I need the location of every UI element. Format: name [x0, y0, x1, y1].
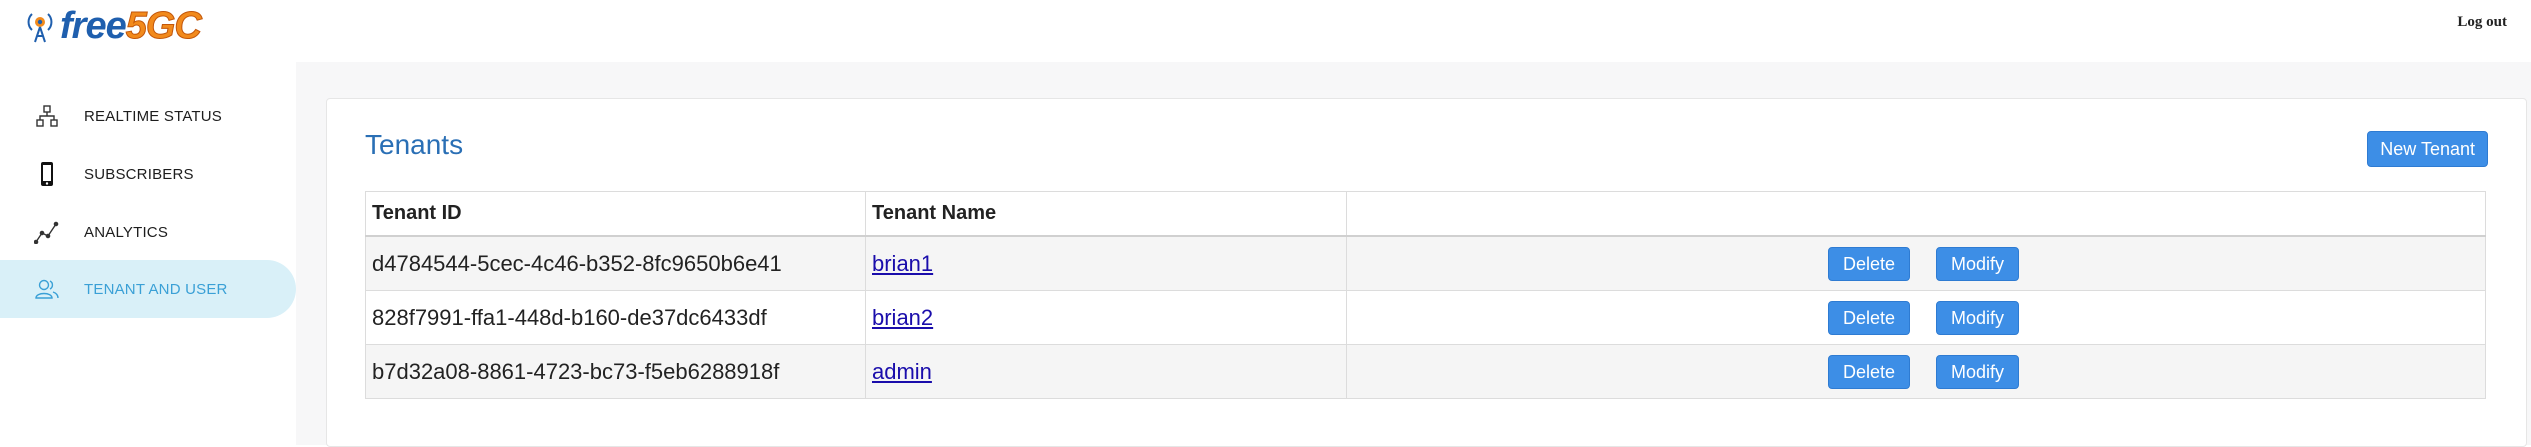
sidebar-item-analytics[interactable]: ANALYTICS	[0, 203, 296, 261]
logout-link[interactable]: Log out	[2457, 14, 2507, 31]
table-row: d4784544-5cec-4c46-b352-8fc9650b6e41 bri…	[365, 235, 2486, 291]
tenant-name-cell: admin	[865, 344, 1347, 399]
delete-button[interactable]: Delete	[1828, 301, 1911, 335]
tenants-table: Tenant ID Tenant Name d4784544-5cec-4c46…	[365, 191, 2486, 399]
tenant-id-cell: d4784544-5cec-4c46-b352-8fc9650b6e41	[365, 235, 866, 291]
tenant-name-link[interactable]: brian2	[872, 305, 933, 330]
table-row: b7d32a08-8861-4723-bc73-f5eb6288918f adm…	[365, 344, 2486, 399]
modify-button[interactable]: Modify	[1936, 301, 2020, 335]
logo-antenna-icon	[27, 13, 53, 43]
actions-cell: Delete Modify	[1346, 290, 2486, 345]
actions-cell: Delete Modify	[1346, 235, 2486, 291]
table-header-row: Tenant ID Tenant Name	[365, 191, 2486, 237]
delete-button[interactable]: Delete	[1828, 355, 1911, 389]
users-icon	[34, 276, 60, 302]
tenant-name-link[interactable]: admin	[872, 359, 932, 384]
actions-cell: Delete Modify	[1346, 344, 2486, 399]
tenant-name-link[interactable]: brian1	[872, 251, 933, 276]
tenant-name-cell: brian1	[865, 235, 1347, 291]
table-row: 828f7991-ffa1-448d-b160-de37dc6433df bri…	[365, 290, 2486, 345]
chart-line-icon	[34, 219, 60, 245]
tenants-card: Tenants New Tenant Tenant ID Tenant Name…	[326, 98, 2527, 447]
sidebar-item-label: SUBSCRIBERS	[84, 165, 194, 183]
sidebar-item-label: ANALYTICS	[84, 223, 169, 241]
new-tenant-button[interactable]: New Tenant	[2367, 131, 2488, 167]
delete-button[interactable]: Delete	[1828, 247, 1911, 281]
logo-free-text: free	[60, 4, 127, 47]
sidebar-item-label: REALTIME STATUS	[84, 107, 223, 125]
sidebar-item-subscribers[interactable]: SUBSCRIBERS	[0, 145, 296, 203]
page-title: Tenants	[365, 129, 464, 160]
tenant-id-cell: b7d32a08-8861-4723-bc73-f5eb6288918f	[365, 344, 866, 399]
column-header-tenant-name: Tenant Name	[865, 191, 1347, 237]
sidebar-item-tenant-and-user[interactable]: TENANT AND USER	[0, 260, 296, 318]
modify-button[interactable]: Modify	[1936, 355, 2020, 389]
sidebar-item-label: TENANT AND USER	[84, 280, 228, 298]
logo-5gc-text: 5GC	[125, 4, 202, 47]
free5gc-logo[interactable]: free 5GC	[26, 4, 202, 48]
sidebar: REALTIME STATUS SUBSCRIBERS ANALYTICS TE…	[0, 62, 296, 445]
tenant-id-cell: 828f7991-ffa1-448d-b160-de37dc6433df	[365, 290, 866, 345]
phone-icon	[34, 161, 60, 187]
top-bar: free 5GC Log out	[0, 0, 2531, 62]
sidebar-item-realtime-status[interactable]: REALTIME STATUS	[0, 87, 296, 145]
column-header-tenant-id: Tenant ID	[365, 191, 866, 237]
network-icon	[34, 103, 60, 129]
column-header-actions	[1346, 191, 2486, 237]
tenant-name-cell: brian2	[865, 290, 1347, 345]
modify-button[interactable]: Modify	[1936, 247, 2020, 281]
